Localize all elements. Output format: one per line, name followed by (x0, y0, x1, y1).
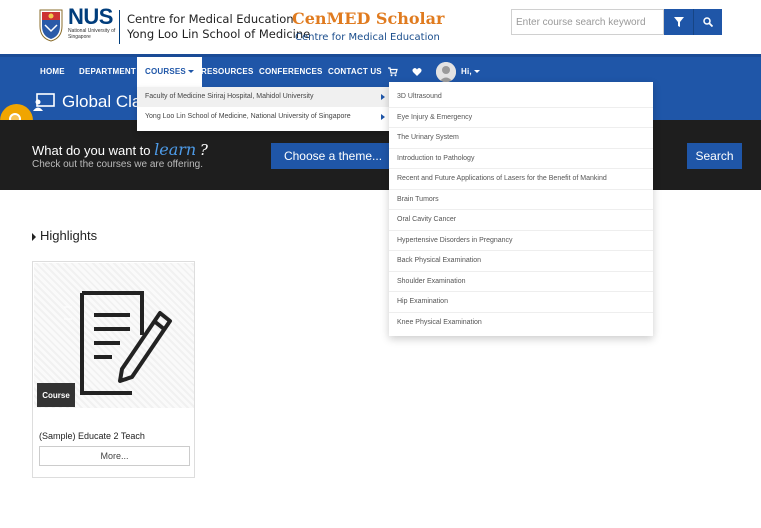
hero-subtext: Check out the courses we are offering. (32, 159, 204, 170)
caret-down-icon (187, 70, 194, 74)
caret-right-icon (381, 114, 385, 120)
submenu-item[interactable]: The Urinary System (389, 128, 653, 149)
nav-conferences[interactable]: CONFERENCES (259, 57, 323, 87)
highlights-heading-label: Highlights (40, 228, 98, 243)
nus-logo[interactable]: NUS National University of Singapore (68, 4, 118, 41)
nav-courses[interactable]: COURSES (137, 57, 202, 87)
course-badge: Course (37, 383, 75, 407)
site-header: NUS National University of Singapore Cen… (0, 0, 761, 54)
logo-divider (119, 10, 120, 44)
nus-logo-text: NUS (68, 4, 113, 29)
more-button[interactable]: More... (39, 446, 190, 466)
courses-submenu: 3D Ultrasound Eye Injury & Emergency The… (389, 82, 653, 336)
course-card[interactable]: Course (Sample) Educate 2 Teach More... (32, 261, 195, 478)
cme-line2: Yong Loo Lin School of Medicine (127, 27, 311, 41)
nav-home[interactable]: HOME (40, 57, 65, 87)
cme-line1: Centre for Medical Education (127, 12, 294, 26)
courses-menu-item-siriraj[interactable]: Faculty of Medicine Siriraj Hospital, Ma… (137, 87, 389, 107)
nus-logo-subtitle: National University of Singapore (68, 28, 116, 40)
classroom-icon (33, 93, 55, 111)
user-greeting: Hi, (461, 67, 472, 76)
submenu-item[interactable]: Eye Injury & Emergency (389, 108, 653, 128)
hero-prompt-prefix: What do you want to (32, 143, 151, 158)
choose-theme-button[interactable]: Choose a theme... (271, 143, 395, 169)
submenu-item[interactable]: Knee Physical Examination (389, 313, 653, 334)
courses-menu-item-nus[interactable]: Yong Loo Lin School of Medicine, Nationa… (137, 107, 389, 127)
cenmed-logo-title[interactable]: CenMED Scholar (292, 9, 444, 28)
cme-logo[interactable]: Centre for Medical Education Yong Loo Li… (127, 12, 310, 42)
filter-icon (673, 17, 684, 27)
hero-search-button[interactable]: Search (687, 143, 742, 169)
search-icon (703, 17, 713, 27)
submenu-item[interactable]: Recent and Future Applications of Lasers… (389, 169, 653, 190)
cenmed-logo-subtitle: Centre for Medical Education (295, 32, 440, 43)
document-edit-icon (64, 291, 172, 395)
submenu-item[interactable]: 3D Ultrasound (389, 87, 653, 108)
submenu-item[interactable]: Hip Examination (389, 292, 653, 313)
caret-right-icon (381, 94, 385, 100)
courses-menu-item-label: Yong Loo Lin School of Medicine, Nationa… (145, 113, 351, 120)
nav-courses-label: COURSES (145, 67, 186, 76)
courses-dropdown: Faculty of Medicine Siriraj Hospital, Ma… (137, 87, 389, 131)
hero-prompt-word: learn (154, 140, 197, 159)
submenu-item[interactable]: Oral Cavity Cancer (389, 210, 653, 231)
course-card-image: Course (34, 263, 194, 408)
user-avatar[interactable] (436, 62, 456, 82)
course-search-input[interactable] (511, 9, 664, 35)
search-button[interactable] (693, 9, 722, 35)
caret-down-icon (473, 70, 480, 74)
hero-prompt: What do you want to learn ? (32, 140, 208, 159)
submenu-item[interactable]: Brain Tumors (389, 190, 653, 210)
highlights-heading[interactable]: Highlights (32, 228, 97, 243)
submenu-item[interactable]: Shoulder Examination (389, 272, 653, 292)
hero-prompt-mark: ? (199, 141, 208, 159)
courses-menu-item-label: Faculty of Medicine Siriraj Hospital, Ma… (145, 93, 314, 100)
nav-contact-us[interactable]: CONTACT US (328, 57, 382, 87)
course-card-title: (Sample) Educate 2 Teach (39, 431, 145, 441)
filter-button[interactable] (664, 9, 693, 35)
nav-resources[interactable]: RESOURCES (201, 57, 253, 87)
submenu-item[interactable]: Hypertensive Disorders in Pregnancy (389, 231, 653, 251)
submenu-item[interactable]: Back Physical Examination (389, 251, 653, 272)
nav-department[interactable]: DEPARTMENT (79, 57, 136, 87)
submenu-item[interactable]: Introduction to Pathology (389, 149, 653, 169)
nus-crest-icon (39, 9, 63, 42)
caret-right-icon (32, 232, 36, 241)
